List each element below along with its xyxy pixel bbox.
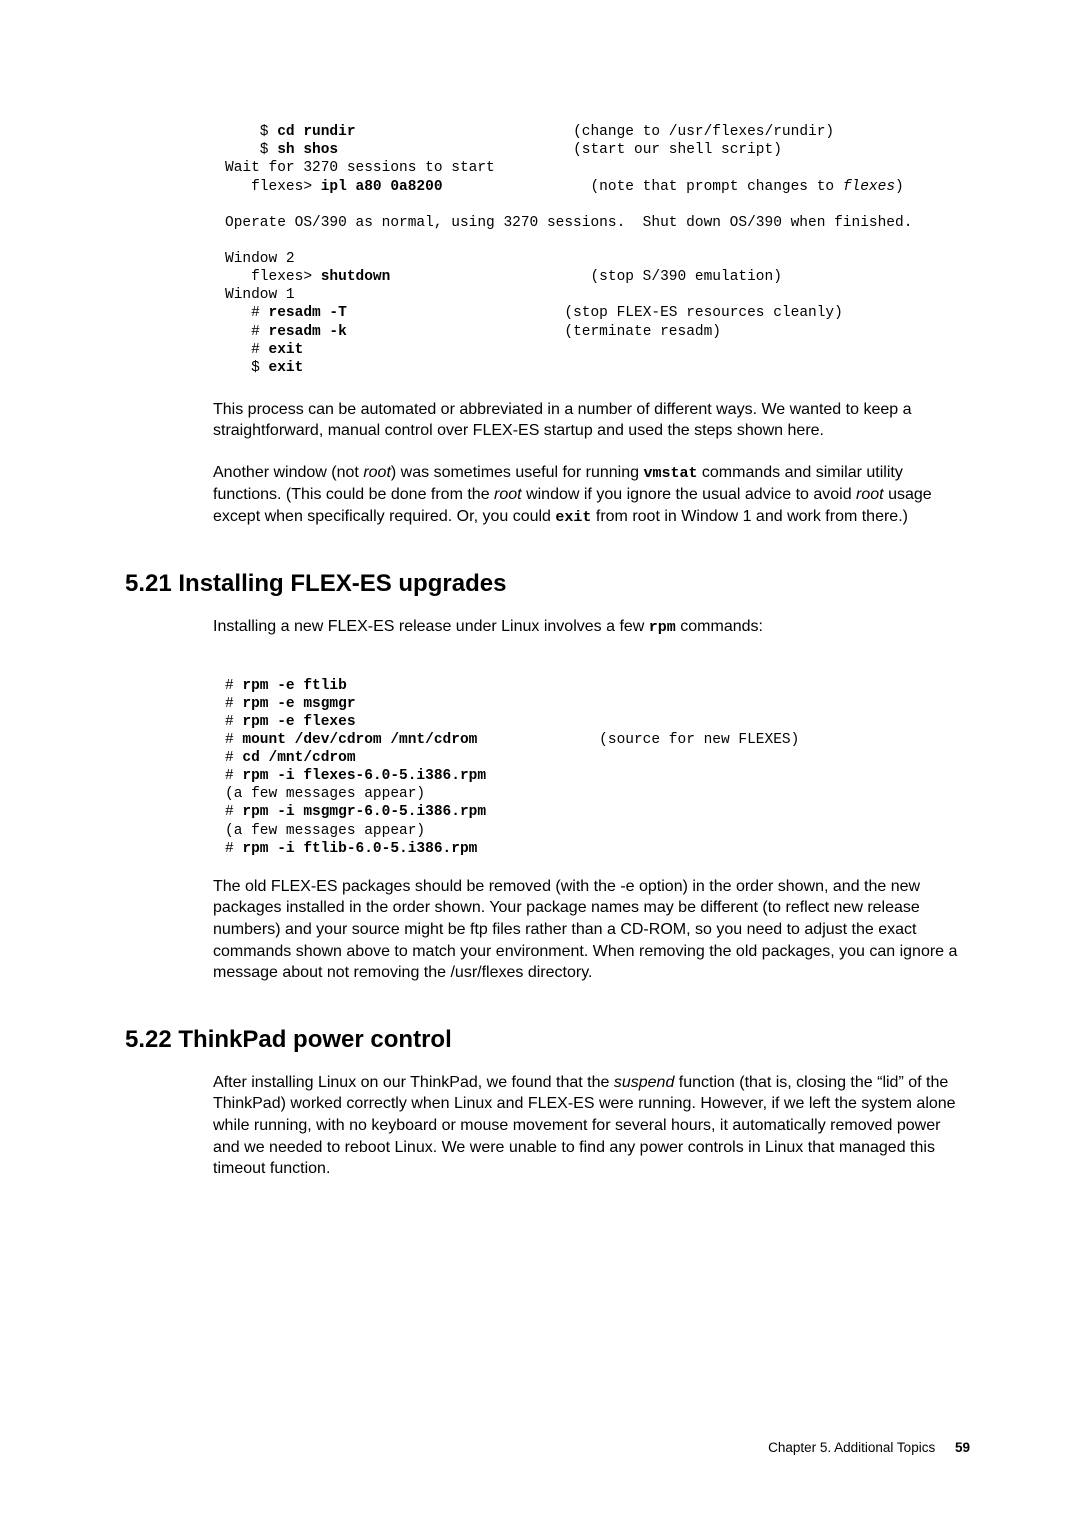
code-line: (a few messages appear) (225, 823, 425, 839)
code-line: flexes> shutdown (stop S/390 emulation) (225, 269, 782, 285)
code-line: flexes> ipl a80 0a8200 (note that prompt… (225, 179, 904, 195)
code-line: # rpm -e flexes (225, 714, 356, 730)
code-line: # resadm -k (terminate resadm) (225, 324, 721, 340)
page-container: $ cd rundir (change to /usr/flexes/rundi… (0, 0, 1080, 1515)
code-line: $ exit (225, 360, 303, 376)
code-line: # rpm -i flexes-6.0-5.i386.rpm (225, 768, 486, 784)
code-line: # mount /dev/cdrom /mnt/cdrom (source fo… (225, 732, 799, 748)
page-footer: Chapter 5. Additional Topics 59 (125, 1440, 970, 1455)
code-line: $ sh shos (start our shell script) (225, 142, 782, 158)
section-heading-5-22: 5.22 ThinkPad power control (125, 1026, 970, 1054)
terminal-block-rpm: # rpm -e ftlib # rpm -e msgmgr # rpm -e … (225, 658, 970, 857)
code-line: Window 1 (225, 287, 295, 303)
code-line: (a few messages appear) (225, 786, 425, 802)
code-line: # cd /mnt/cdrom (225, 750, 356, 766)
code-line: Window 2 (225, 251, 295, 267)
code-line: Wait for 3270 sessions to start (225, 160, 495, 176)
code-line: # rpm -i msgmgr-6.0-5.i386.rpm (225, 804, 486, 820)
code-line: Operate OS/390 as normal, using 3270 ses… (225, 215, 912, 231)
code-line: # resadm -T (stop FLEX-ES resources clea… (225, 305, 843, 321)
section-heading-5-21: 5.21 Installing FLEX-ES upgrades (125, 570, 970, 598)
code-line: # exit (225, 342, 303, 358)
footer-page-number: 59 (955, 1440, 970, 1455)
paragraph-another-window: Another window (not root) was sometimes … (213, 462, 970, 528)
footer-chapter: Chapter 5. Additional Topics (768, 1440, 935, 1455)
code-line: # rpm -e msgmgr (225, 696, 356, 712)
code-line: # rpm -e ftlib (225, 678, 347, 694)
paragraph-old-packages: The old FLEX-ES packages should be remov… (213, 876, 970, 984)
code-line: # rpm -i ftlib-6.0-5.i386.rpm (225, 841, 477, 857)
terminal-block-startup: $ cd rundir (change to /usr/flexes/rundi… (225, 105, 970, 377)
paragraph-automation: This process can be automated or abbrevi… (213, 399, 970, 442)
paragraph-thinkpad: After installing Linux on our ThinkPad, … (213, 1072, 970, 1180)
code-line: $ cd rundir (change to /usr/flexes/rundi… (225, 124, 834, 140)
paragraph-install-intro: Installing a new FLEX-ES release under L… (213, 616, 970, 638)
